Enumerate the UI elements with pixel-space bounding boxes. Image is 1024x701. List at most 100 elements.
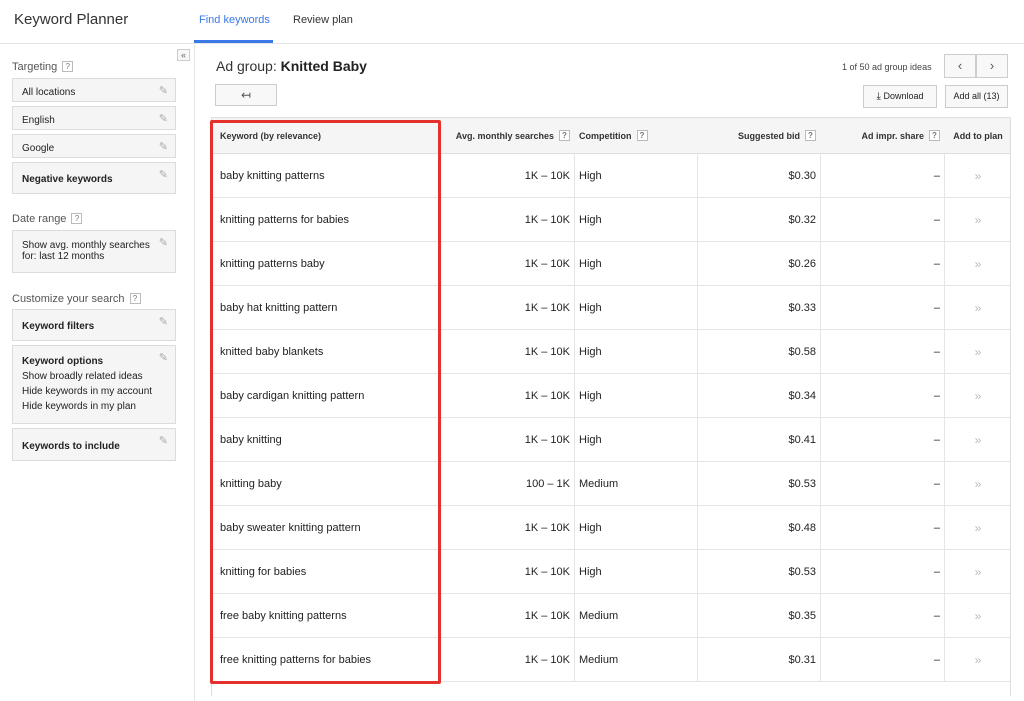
download-label: Download <box>883 91 924 101</box>
add-to-plan-icon[interactable]: » <box>946 594 1010 637</box>
pencil-icon[interactable]: ✎ <box>159 112 168 125</box>
competition-label: Competition <box>579 130 632 141</box>
keyword-table: Keyword (by relevance) Avg. monthly sear… <box>211 117 1011 696</box>
targeting-label: Targeting <box>12 61 58 73</box>
help-icon[interactable]: ? <box>62 61 74 72</box>
impr-share-cell: – <box>933 257 940 270</box>
targeting-network[interactable]: Google ✎ <box>12 134 176 158</box>
add-to-plan-icon[interactable]: » <box>946 638 1010 681</box>
add-to-plan-icon[interactable]: » <box>946 462 1010 505</box>
column-divider <box>820 242 821 285</box>
pencil-icon[interactable]: ✎ <box>159 84 168 97</box>
table-row: knitting for babies 1K – 10K High $0.53 –» <box>212 550 1010 594</box>
impr-share-cell: – <box>933 433 940 446</box>
add-to-plan-icon[interactable]: » <box>946 374 1010 417</box>
competition-cell: High <box>579 301 602 314</box>
column-divider <box>697 550 698 593</box>
add-to-plan-icon[interactable]: » <box>946 330 1010 373</box>
tab-review-plan[interactable]: Review plan <box>293 14 353 26</box>
table-row-partial <box>212 682 1010 696</box>
pencil-icon[interactable]: ✎ <box>159 140 168 153</box>
help-icon[interactable]: ? <box>636 130 648 141</box>
column-divider <box>820 418 821 461</box>
pencil-icon[interactable]: ✎ <box>159 236 168 249</box>
column-header-keyword[interactable]: Keyword (by relevance) <box>220 118 440 153</box>
impr-share-cell: – <box>933 345 940 358</box>
keyword-cell: baby cardigan knitting pattern <box>220 389 365 402</box>
suggested-bid-cell: $0.30 <box>788 169 816 182</box>
add-to-plan-icon[interactable]: » <box>946 242 1010 285</box>
column-divider <box>574 594 575 637</box>
impr-share-cell: – <box>933 477 940 490</box>
tab-find-keywords[interactable]: Find keywords <box>199 14 270 26</box>
help-icon[interactable]: ? <box>129 293 141 304</box>
keyword-options[interactable]: Keyword options Show broadly related ide… <box>12 345 176 424</box>
top-bar: Keyword Planner Find keywords Review pla… <box>0 0 1024 44</box>
targeting-section: Targeting? <box>12 61 74 73</box>
column-divider <box>440 330 441 373</box>
avg-searches-cell: 1K – 10K <box>524 653 570 666</box>
add-to-plan-icon[interactable]: » <box>946 198 1010 241</box>
add-to-plan-icon[interactable]: » <box>946 550 1010 593</box>
pencil-icon[interactable]: ✎ <box>159 168 168 181</box>
help-icon[interactable]: ? <box>805 130 816 141</box>
active-tab-indicator <box>194 40 273 43</box>
impr-share-cell: – <box>933 169 940 182</box>
avg-searches-cell: 1K – 10K <box>524 521 570 534</box>
column-header-impr-share[interactable]: Ad impr. share? <box>824 118 940 153</box>
date-range-label: Date range <box>12 213 67 225</box>
targeting-location[interactable]: All locations ✎ <box>12 78 176 102</box>
add-to-plan-icon[interactable]: » <box>946 506 1010 549</box>
location-value: All locations <box>22 87 76 98</box>
impr-share-cell: – <box>933 565 940 578</box>
prev-page-button[interactable]: ‹ <box>944 54 976 78</box>
column-divider <box>697 198 698 241</box>
keyword-cell: baby knitting <box>220 433 282 446</box>
download-button[interactable]: ⤓ Download <box>863 85 937 108</box>
targeting-language[interactable]: English ✎ <box>12 106 176 130</box>
competition-cell: High <box>579 213 602 226</box>
pencil-icon[interactable]: ✎ <box>159 434 168 447</box>
column-divider <box>440 286 441 329</box>
language-value: English <box>22 115 55 126</box>
column-divider <box>574 638 575 681</box>
column-divider <box>440 418 441 461</box>
keyword-cell: knitted baby blankets <box>220 345 324 358</box>
pencil-icon[interactable]: ✎ <box>159 351 168 364</box>
keyword-filters-label: Keyword filters <box>22 321 95 332</box>
date-range-box[interactable]: Show avg. monthly searches for: last 12 … <box>12 230 176 273</box>
collapse-sidebar-button[interactable]: « <box>177 49 190 61</box>
keyword-cell: baby knitting patterns <box>220 169 325 182</box>
column-divider <box>697 374 698 417</box>
suggested-bid-cell: $0.34 <box>788 389 816 402</box>
keywords-to-include[interactable]: Keywords to include ✎ <box>12 428 176 461</box>
table-row: baby sweater knitting pattern 1K – 10K Hig… <box>212 506 1010 550</box>
keyword-cell: knitting baby <box>220 477 282 490</box>
impr-share-label: Ad impr. share <box>861 130 924 141</box>
help-icon[interactable]: ? <box>559 130 570 141</box>
avg-searches-cell: 1K – 10K <box>524 389 570 402</box>
next-page-button[interactable]: › <box>976 54 1008 78</box>
back-button[interactable]: ↤ <box>215 84 277 106</box>
column-divider <box>574 462 575 505</box>
column-divider <box>944 506 945 549</box>
column-divider <box>440 242 441 285</box>
keyword-filters[interactable]: Keyword filters ✎ <box>12 309 176 341</box>
competition-cell: Medium <box>579 653 619 666</box>
column-divider <box>574 242 575 285</box>
suggested-bid-cell: $0.41 <box>788 433 816 446</box>
help-icon[interactable]: ? <box>929 130 940 141</box>
column-header-avg-searches[interactable]: Avg. monthly searches? <box>452 118 570 153</box>
add-to-plan-icon[interactable]: » <box>946 418 1010 461</box>
negative-keywords[interactable]: Negative keywords ✎ <box>12 162 176 194</box>
help-icon[interactable]: ? <box>71 213 83 224</box>
add-all-button[interactable]: Add all (13) <box>945 85 1008 108</box>
pager-status: 1 of 50 ad group ideas <box>842 62 932 72</box>
pencil-icon[interactable]: ✎ <box>159 315 168 328</box>
column-header-suggested-bid[interactable]: Suggested bid? <box>702 118 816 153</box>
column-header-competition[interactable]: Competition? <box>579 118 699 153</box>
table-row: knitting patterns for babies 1K – 10K High… <box>212 198 1010 242</box>
add-to-plan-icon[interactable]: » <box>946 286 1010 329</box>
table-row: knitting baby 100 – 1K Medium $0.53 –» <box>212 462 1010 506</box>
add-to-plan-icon[interactable]: » <box>946 154 1010 197</box>
